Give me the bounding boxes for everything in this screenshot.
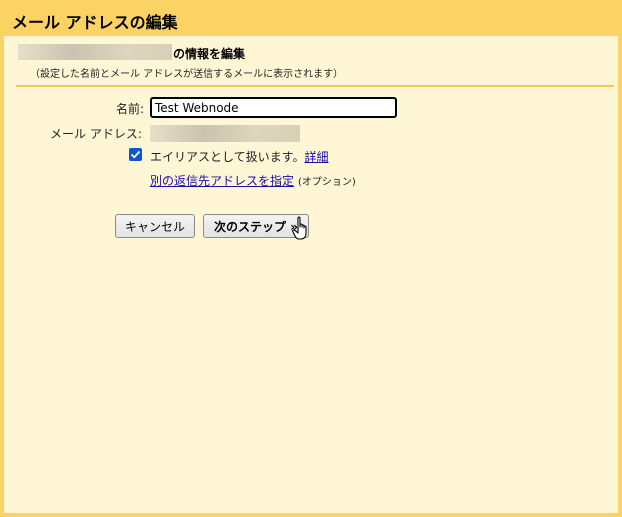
cancel-button[interactable]: キャンセル (115, 214, 195, 238)
redacted-account-name (18, 44, 172, 60)
checkmark-icon (130, 150, 141, 159)
display-note: （設定した名前とメール アドレスが送信するメールに表示されます） (30, 69, 344, 80)
name-input[interactable] (150, 97, 397, 118)
reply-to-row: 別の返信先アドレスを指定 (オプション) (150, 172, 356, 189)
email-address-label: メール アドレス: (50, 127, 142, 141)
redacted-email-address (150, 125, 300, 142)
reply-to-option-note: (オプション) (298, 177, 356, 188)
details-link[interactable]: 詳細 (304, 150, 328, 164)
name-label: 名前: (116, 102, 145, 116)
edit-info-heading: の情報を編集 (173, 47, 246, 61)
dialog-title: メール アドレスの編集 (12, 13, 178, 32)
alias-label: エイリアスとして扱います。 (150, 150, 305, 164)
edit-email-dialog: メール アドレスの編集 の情報を編集 （設定した名前とメール アドレスが送信する… (0, 0, 622, 517)
reply-to-link[interactable]: 別の返信先アドレスを指定 (150, 174, 294, 188)
dialog-title-bar: メール アドレスの編集 (4, 0, 622, 36)
alias-row: エイリアスとして扱います。詳細 (150, 148, 328, 165)
alias-checkbox[interactable] (129, 148, 142, 161)
hand-pointer-icon (292, 216, 307, 240)
separator (16, 85, 614, 87)
